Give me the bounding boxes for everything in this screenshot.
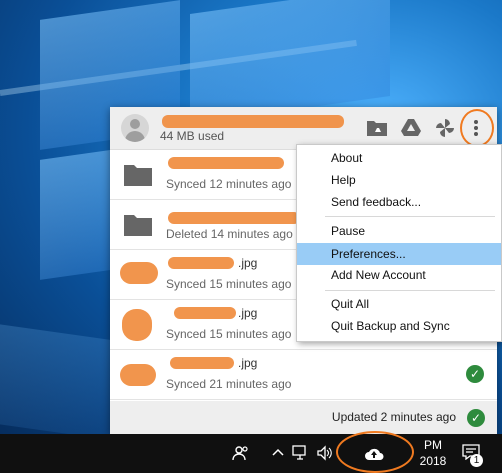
menu-divider	[325, 216, 495, 217]
menu-item-send-feedback[interactable]: Send feedback...	[297, 191, 501, 213]
notification-count-badge: 1	[470, 454, 483, 467]
menu-divider	[325, 290, 495, 291]
network-icon[interactable]	[292, 445, 310, 461]
more-menu: About Help Send feedback... Pause Prefer…	[296, 144, 502, 342]
menu-item-add-account[interactable]: Add New Account	[297, 264, 501, 286]
window-logo-pane	[0, 318, 120, 434]
volume-icon[interactable]	[316, 445, 334, 461]
clock-date: 2018	[419, 454, 447, 468]
storage-usage: 44 MB used	[160, 129, 225, 143]
item-status: Synced 15 minutes ago	[166, 277, 292, 291]
menu-item-quit-backup-sync[interactable]: Quit Backup and Sync	[297, 315, 501, 337]
chevron-up-icon[interactable]	[272, 447, 284, 457]
menu-item-preferences[interactable]: Preferences...	[297, 243, 501, 265]
check-icon: ✓	[466, 365, 484, 383]
folder-icon	[124, 165, 152, 186]
redacted-file-name	[170, 357, 234, 369]
popup-footer: Updated 2 minutes ago ✓	[110, 401, 497, 434]
redacted-image-thumbnail	[122, 309, 152, 341]
google-photos-icon[interactable]	[434, 118, 456, 138]
file-extension: .jpg	[238, 356, 258, 370]
menu-item-pause[interactable]: Pause	[297, 220, 501, 242]
clock-time: PM	[424, 438, 442, 452]
window-logo-pane	[190, 0, 390, 125]
item-status: Deleted 14 minutes ago	[166, 227, 293, 241]
redacted-account-name	[162, 115, 344, 128]
item-status: Synced 12 minutes ago	[166, 177, 292, 191]
list-item[interactable]: .jpg Synced 21 minutes ago ✓	[110, 350, 497, 400]
check-icon: ✓	[467, 409, 485, 427]
annotation-circle	[336, 431, 414, 473]
menu-item-help[interactable]: Help	[297, 169, 501, 191]
menu-item-quit-all[interactable]: Quit All	[297, 293, 501, 315]
redacted-file-name	[168, 257, 234, 269]
redacted-file-name	[168, 157, 284, 169]
folder-drive-icon[interactable]	[366, 118, 388, 138]
google-drive-icon[interactable]	[400, 118, 422, 138]
update-status: Updated 2 minutes ago	[331, 410, 456, 424]
redacted-file-name	[168, 212, 300, 224]
avatar[interactable]	[121, 114, 149, 142]
redacted-file-name	[174, 307, 236, 319]
item-status: Synced 15 minutes ago	[166, 327, 292, 341]
menu-item-about[interactable]: About	[297, 147, 501, 169]
taskbar-clock[interactable]: PM 2018	[418, 437, 448, 469]
file-extension: .jpg	[238, 256, 258, 270]
item-status: Synced 21 minutes ago	[166, 377, 292, 391]
redacted-image-thumbnail	[120, 364, 156, 386]
people-icon[interactable]	[232, 444, 250, 462]
more-vert-icon[interactable]	[474, 120, 478, 138]
taskbar: PM 2018 1	[0, 434, 502, 473]
redacted-image-thumbnail	[120, 262, 158, 284]
folder-icon	[124, 215, 152, 236]
file-extension: .jpg	[238, 306, 258, 320]
